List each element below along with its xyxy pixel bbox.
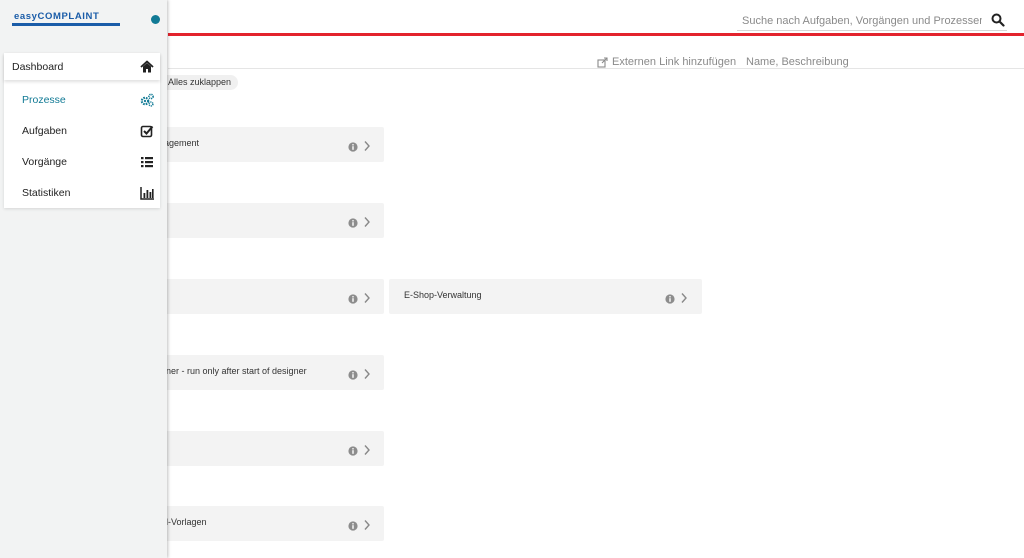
process-card-label: igner - run only after start of designer (159, 366, 307, 376)
home-icon (140, 60, 154, 74)
sidebar-item-prozesse[interactable]: Prozesse (4, 86, 160, 114)
chevron-right-icon[interactable] (680, 291, 688, 303)
accent-divider (168, 33, 1024, 36)
sidebar: easyCOMPLAINT Dashboard Prozesse Aufgabe… (0, 0, 167, 558)
info-icon[interactable] (665, 291, 675, 304)
process-card[interactable]: nagement (150, 127, 384, 162)
check-square-icon (140, 124, 154, 138)
process-card[interactable]: igner - run only after start of designer (150, 355, 384, 390)
chevron-right-icon[interactable] (363, 291, 371, 303)
process-card[interactable]: ail-Vorlagen (150, 506, 384, 541)
sidebar-item-label: Dashboard (12, 61, 64, 73)
chevron-right-icon[interactable] (363, 139, 371, 151)
app-logo-text: easyCOMPLAINT (14, 11, 100, 22)
process-card[interactable]: n (150, 279, 384, 314)
app-logo[interactable]: easyCOMPLAINT (12, 10, 120, 26)
process-card-label: E-Shop-Verwaltung (404, 290, 482, 300)
status-indicator (151, 15, 160, 24)
bar-chart-icon (140, 186, 154, 200)
chevron-right-icon[interactable] (363, 367, 371, 379)
chevron-right-icon[interactable] (363, 518, 371, 530)
chevron-right-icon[interactable] (363, 215, 371, 227)
search-icon[interactable] (991, 13, 1005, 27)
info-icon[interactable] (348, 139, 358, 152)
sidebar-item-dashboard[interactable]: Dashboard (4, 53, 160, 80)
cogs-icon (140, 93, 154, 107)
info-icon[interactable] (348, 291, 358, 304)
add-external-link-label: Externen Link hinzufügen (612, 56, 737, 68)
chevron-right-icon[interactable] (363, 443, 371, 455)
global-search (737, 10, 1007, 31)
global-search-input[interactable] (740, 11, 984, 31)
info-icon[interactable] (348, 215, 358, 228)
toolbar-divider (168, 68, 1024, 69)
logo-underline (12, 23, 120, 26)
sidebar-item-statistiken[interactable]: Statistiken (4, 179, 160, 207)
sidebar-item-label: Aufgaben (22, 125, 67, 137)
sidebar-item-vorgaenge[interactable]: Vorgänge (4, 148, 160, 176)
sidebar-item-label: Prozesse (22, 94, 66, 106)
sidebar-item-label: Statistiken (22, 187, 71, 199)
external-link-icon (597, 56, 608, 68)
add-external-link-button[interactable]: Externen Link hinzufügen (597, 55, 736, 69)
process-card[interactable] (150, 203, 384, 238)
process-filter (740, 53, 1024, 71)
process-card[interactable] (150, 431, 384, 466)
info-icon[interactable] (348, 518, 358, 531)
list-icon (140, 155, 154, 169)
process-card[interactable]: E-Shop-Verwaltung (389, 279, 702, 314)
sidebar-item-aufgaben[interactable]: Aufgaben (4, 117, 160, 145)
sidebar-nav: Dashboard Prozesse Aufgaben Vorgänge Sta… (4, 53, 160, 208)
info-icon[interactable] (348, 367, 358, 380)
sidebar-item-label: Vorgänge (22, 156, 67, 168)
info-icon[interactable] (348, 443, 358, 456)
